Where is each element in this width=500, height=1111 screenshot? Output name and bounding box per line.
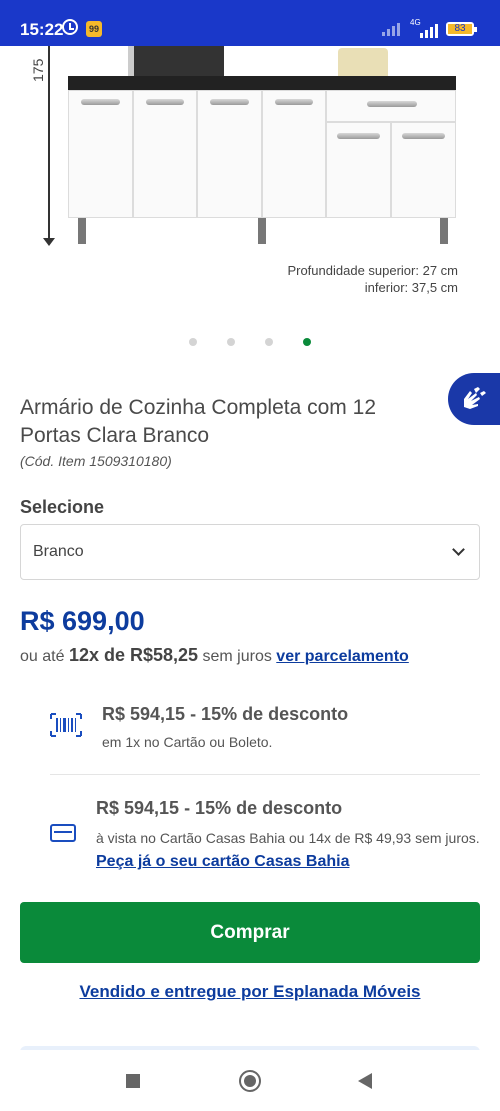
item-code: (Cód. Item 1509310180)	[20, 453, 172, 469]
alarm-icon	[62, 19, 78, 35]
system-nav-bar	[0, 1050, 500, 1111]
battery-level: 83	[448, 24, 472, 34]
offer-card-description: à vista no Cartão Casas Bahia ou 14x de …	[96, 830, 480, 846]
sign-language-button[interactable]	[448, 373, 500, 425]
installment-amount: 12x de R$58,25	[68, 645, 199, 665]
sign-language-icon	[464, 387, 486, 409]
cabinet-door	[133, 90, 197, 218]
cabinet-drawer	[326, 90, 456, 122]
carousel-dot-active[interactable]	[303, 338, 311, 346]
variant-label: Selecione	[20, 497, 105, 517]
credit-card-icon	[50, 824, 76, 842]
installment-info: ou até 12x de R$58,25 sem juros ver parc…	[20, 645, 409, 666]
recent-apps-icon[interactable]	[126, 1074, 140, 1088]
offer-card-title: R$ 594,15 - 15% de desconto	[96, 798, 343, 818]
variant-selected-value: Branco	[33, 543, 84, 560]
offer-boleto-subtitle: em 1x no Cartão ou Boleto.	[102, 734, 273, 750]
cabinet-illustration	[68, 46, 456, 246]
product-title: Armário de Cozinha Completa com 12 Porta…	[20, 396, 376, 447]
status-bar: 15:22 99 4G 83	[0, 0, 500, 46]
offer-boleto-title: R$ 594,15 - 15% de desconto	[102, 704, 349, 724]
countertop-appliances	[128, 46, 448, 80]
microwave	[128, 46, 224, 80]
barcode-icon	[50, 713, 82, 737]
cabinet-door	[197, 90, 262, 218]
offer-card-subtitle: à vista no Cartão Casas Bahia ou 14x de …	[96, 827, 480, 873]
product-image[interactable]: 175 Profundidade superior: 27 cm inferio…	[0, 46, 500, 306]
carousel-dot[interactable]	[227, 338, 235, 346]
depth-lower: inferior: 37,5 cm	[364, 280, 458, 295]
arrow-down-icon	[43, 238, 55, 246]
installment-suffix: sem juros	[202, 648, 272, 665]
installment-details-link[interactable]: ver parcelamento	[276, 648, 409, 665]
back-icon[interactable]	[358, 1073, 372, 1089]
status-time: 15:22	[20, 20, 64, 39]
seller-link[interactable]: Vendido e entregue por Esplanada Móveis	[0, 982, 500, 1002]
card-signup-link[interactable]: Peça já o seu cartão Casas Bahia	[96, 853, 349, 870]
network-type-label: 4G	[410, 18, 421, 27]
cabinet-door	[326, 122, 391, 218]
carousel-dot[interactable]	[265, 338, 273, 346]
carousel-indicator	[0, 338, 500, 348]
depth-info: Profundidade superior: 27 cm inferior: 3…	[287, 262, 458, 296]
divider	[50, 774, 480, 775]
battery-icon: 83	[446, 22, 477, 36]
variant-select[interactable]: Branco	[20, 524, 480, 580]
cabinet-leg	[258, 218, 266, 244]
wifi-signal-icon	[382, 21, 404, 36]
installment-prefix: ou até	[20, 648, 65, 665]
cabinet-leg	[440, 218, 448, 244]
buy-button[interactable]: Comprar	[20, 902, 480, 963]
cabinet-door	[68, 90, 133, 218]
home-icon[interactable]	[239, 1070, 261, 1092]
cabinet-leg	[78, 218, 86, 244]
countertop	[68, 76, 456, 90]
cellular-signal-icon: 4G	[410, 18, 440, 38]
cabinet-door	[391, 122, 456, 218]
depth-upper: Profundidade superior: 27 cm	[287, 263, 458, 278]
app-notification-icon: 99	[86, 21, 102, 37]
product-price: R$ 699,00	[20, 606, 145, 636]
height-label: 175	[30, 58, 46, 82]
dimension-line	[48, 46, 50, 242]
carousel-dot[interactable]	[189, 338, 197, 346]
cabinet-door	[262, 90, 326, 218]
chevron-down-icon	[452, 543, 465, 556]
